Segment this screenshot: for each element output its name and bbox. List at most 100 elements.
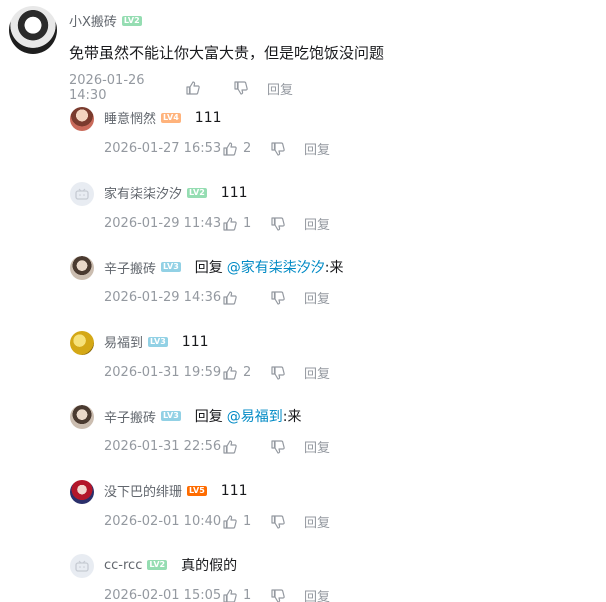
avatar[interactable] <box>70 256 94 280</box>
thumbs-down-icon <box>234 81 248 95</box>
reply-button[interactable]: 回复 <box>304 214 330 233</box>
like-button[interactable]: 2 <box>222 365 270 381</box>
dislike-button[interactable] <box>270 365 304 381</box>
thumbs-up-icon <box>223 439 237 454</box>
username[interactable]: 易福到 <box>104 332 143 351</box>
reply-item: cc-rcc LV2 真的假的 2026-02-01 15:05 1 回复 <box>70 554 600 602</box>
username[interactable]: 辛子搬砖 <box>104 258 156 277</box>
dislike-button[interactable] <box>270 439 304 455</box>
username[interactable]: 没下巴的绯珊 <box>104 481 182 500</box>
reply-meta: 2026-01-31 19:59 2 回复 <box>104 363 330 382</box>
tv-icon <box>75 188 89 200</box>
reply-text: 111 <box>194 109 222 126</box>
thumbs-up-icon <box>223 290 237 305</box>
username[interactable]: 睡意惘然 <box>104 108 156 127</box>
reply-word: 回复 <box>194 409 223 425</box>
like-button[interactable]: 1 <box>222 216 270 232</box>
level-badge: LV4 <box>161 112 181 123</box>
dislike-button[interactable] <box>270 141 304 157</box>
like-count: 1 <box>243 514 252 529</box>
like-button[interactable]: 2 <box>222 141 270 157</box>
level-badge: LV3 <box>161 411 181 421</box>
level-badge: LV3 <box>148 336 168 347</box>
avatar[interactable] <box>70 405 94 429</box>
reply-line: 易福到 LV3 111 <box>104 332 209 352</box>
like-button[interactable]: 1 <box>222 514 270 530</box>
reply-word: 回复 <box>194 260 223 276</box>
comment-time: 2026-01-26 14:30 <box>69 73 145 103</box>
avatar[interactable] <box>9 6 57 54</box>
comment-thread: 小X搬砖 LV2 免带虽然不能让你大富大贵，但是吃饱饭没问题 2026-01-2… <box>0 0 606 602</box>
comment-meta: 2026-01-26 14:30 回复 <box>69 73 293 103</box>
thumbs-down-icon <box>271 290 285 305</box>
like-count: 1 <box>243 216 252 231</box>
reply-time: 2026-01-27 16:53 <box>104 141 222 156</box>
avatar[interactable] <box>70 107 94 131</box>
reply-button[interactable]: 回复 <box>304 512 330 531</box>
thumbs-down-icon <box>271 439 285 454</box>
reply-item: 家有柒柒汐汐 LV2 111 2026-01-29 11:43 1 回复 <box>70 182 600 242</box>
like-count: 2 <box>243 141 252 156</box>
reply-meta: 2026-02-01 15:05 1 回复 <box>104 586 330 602</box>
reply-text: 111 <box>220 482 248 499</box>
reply-line: cc-rcc LV2 真的假的 <box>104 555 237 575</box>
thumbs-down-icon <box>271 588 285 602</box>
username[interactable]: 辛子搬砖 <box>104 407 156 426</box>
thumbs-up-icon <box>223 141 237 156</box>
avatar[interactable] <box>70 554 94 578</box>
reply-time: 2026-01-31 22:56 <box>104 439 222 454</box>
mention-link[interactable]: @家有柒柒汐汐 <box>227 257 325 277</box>
like-button[interactable] <box>222 290 270 306</box>
reply-button[interactable]: 回复 <box>267 79 293 98</box>
thumbs-up-icon <box>223 514 237 529</box>
tv-icon <box>75 560 89 572</box>
reply-button[interactable]: 回复 <box>304 586 330 602</box>
level-badge: LV3 <box>161 262 181 272</box>
thumbs-down-icon <box>271 141 285 156</box>
reply-item: 辛子搬砖 LV3 回复 @易福到 :来 2026-01-31 22:56 回复 <box>70 405 600 465</box>
reply-button[interactable]: 回复 <box>304 437 330 456</box>
avatar[interactable] <box>70 182 94 206</box>
dislike-button[interactable] <box>270 514 304 530</box>
reply-button[interactable]: 回复 <box>304 363 330 382</box>
dislike-button[interactable] <box>270 216 304 232</box>
reply-text: 111 <box>181 333 209 350</box>
thumbs-up-icon <box>223 365 237 380</box>
dislike-button[interactable] <box>233 80 267 96</box>
reply-line: 家有柒柒汐汐 LV2 111 <box>104 183 248 203</box>
username[interactable]: 小X搬砖 <box>69 11 117 30</box>
reply-suffix: :来 <box>324 260 344 276</box>
thumbs-up-icon <box>223 588 237 602</box>
reply-suffix: :来 <box>282 409 302 425</box>
mention-link[interactable]: @易福到 <box>227 406 283 426</box>
reply-button[interactable]: 回复 <box>304 139 330 158</box>
reply-meta: 2026-01-27 16:53 2 回复 <box>104 139 330 158</box>
like-button[interactable]: 1 <box>222 588 270 602</box>
reply-item: 易福到 LV3 111 2026-01-31 19:59 2 回复 <box>70 331 600 391</box>
avatar[interactable] <box>70 331 94 355</box>
reply-time: 2026-01-29 14:36 <box>104 290 222 305</box>
dislike-button[interactable] <box>270 588 304 602</box>
level-badge: LV5 <box>187 485 207 496</box>
username[interactable]: 家有柒柒汐汐 <box>104 183 182 202</box>
reply-time: 2026-01-31 19:59 <box>104 365 222 380</box>
reply-text: 真的假的 <box>181 558 238 574</box>
like-count: 2 <box>243 365 252 380</box>
level-badge: LV2 <box>187 187 207 198</box>
thumbs-down-icon <box>271 365 285 380</box>
thumbs-down-icon <box>271 514 285 529</box>
dislike-button[interactable] <box>270 290 304 306</box>
reply-meta: 2026-01-29 11:43 1 回复 <box>104 214 330 233</box>
reply-item: 辛子搬砖 LV3 回复 @家有柒柒汐汐 :来 2026-01-29 14:36 … <box>70 256 600 316</box>
reply-line: 辛子搬砖 LV3 回复 @家有柒柒汐汐 :来 <box>104 257 344 277</box>
reply-time: 2026-02-01 15:05 <box>104 588 222 602</box>
comment-author: 小X搬砖 LV2 <box>69 11 142 30</box>
like-button[interactable] <box>222 439 270 455</box>
username[interactable]: cc-rcc <box>104 558 142 573</box>
avatar[interactable] <box>70 480 94 504</box>
like-button[interactable] <box>185 80 233 96</box>
level-badge: LV2 <box>121 15 142 26</box>
reply-button[interactable]: 回复 <box>304 288 330 307</box>
thumbs-up-icon <box>223 216 237 231</box>
level-badge: LV2 <box>147 560 168 570</box>
